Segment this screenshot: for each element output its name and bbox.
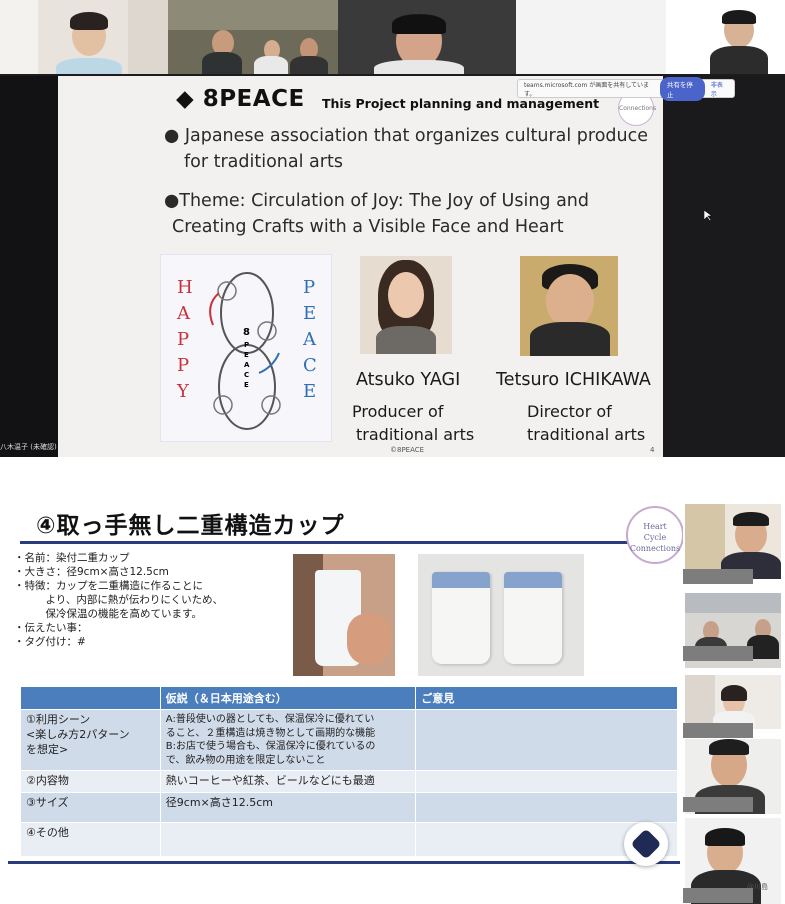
person-1-role-line-1: Producer of [352, 402, 444, 421]
two-cups-photo [418, 554, 584, 676]
logo-center-text: C [244, 371, 250, 379]
participant-name-label [683, 569, 753, 584]
slide-subtitle: This Project planning and management [322, 96, 600, 111]
participant-video-3[interactable] [685, 675, 781, 729]
screen-share-notice: teams.microsoft.com が画面を共有しています。 共有を停止 非… [517, 76, 735, 101]
person-2-role-line-2: traditional arts [527, 425, 646, 444]
participant-tile-4[interactable] [516, 0, 785, 74]
table-row: ④その他 [20, 822, 678, 857]
spec-line: ・大きさ：径9cm×高さ12.5cm [14, 566, 169, 578]
logo-center-text: A [244, 361, 250, 369]
row-label: ②内容物 [20, 770, 161, 793]
spec-line: ・伝えたい事： [14, 622, 88, 634]
hypothesis-table: 仮説（＆日本用途含む） ご意見 ①利用シーン <楽しみ方2パターン を想定> A… [20, 686, 678, 857]
hide-notice-link[interactable]: 非表示 [711, 80, 728, 98]
right-dark-panel [663, 76, 785, 457]
table-header: ご意見 [415, 686, 678, 710]
participant-tile-3[interactable] [338, 0, 516, 74]
person-2-name: Tetsuro ICHIKAWA [496, 370, 651, 390]
bottom-divider [8, 861, 680, 864]
table-header [20, 686, 161, 710]
bullet-2-line-1: ●Theme: Circulation of Joy: The Joy of U… [164, 191, 590, 211]
stop-sharing-button[interactable]: 共有を停止 [659, 76, 705, 101]
row-hypothesis: A:普段使いの器としても、保温保冷に優れてい ること、２重構造は焼き物として画期… [159, 709, 417, 771]
row-label: ④その他 [20, 822, 161, 857]
slide-brand-title: ◆ 8PEACE [176, 86, 305, 112]
row-label: ③サイズ [20, 792, 161, 823]
spec-line: ・特徴：カップを二重構造に作ることに [14, 580, 203, 592]
bottom-meeting-screenshot: ④取っ手無し二重構造カップ Heart Cycle Connections ・名… [0, 494, 785, 904]
person-1-photo [360, 256, 452, 354]
row-hypothesis: 径9cm×高さ12.5cm [159, 792, 417, 823]
row-hypothesis [159, 822, 417, 857]
product-slide: ④取っ手無し二重構造カップ Heart Cycle Connections ・名… [0, 494, 684, 904]
product-title: ④取っ手無し二重構造カップ [36, 513, 345, 539]
title-divider [20, 541, 680, 544]
logo-center-text: E [244, 351, 249, 359]
spec-line: ・名前：染付二重カップ [14, 552, 130, 564]
slide-copyright: ©8PEACE [390, 446, 425, 454]
table-row: ②内容物 熱いコーヒーや紅茶、ビールなどにも最適 [20, 770, 678, 793]
figure-eight-flower-icon [209, 272, 281, 430]
participant-name-label [683, 646, 753, 661]
row-opinion[interactable] [415, 770, 678, 793]
mouse-cursor-icon [704, 210, 712, 222]
top-meeting-screenshot: ◆ 8PEACE This Project planning and manag… [0, 0, 785, 457]
spec-line: より、内部に熱が伝わりにくいため、 [14, 594, 224, 606]
logo-center-text: 8 [243, 327, 250, 338]
logo-center-text: E [244, 381, 249, 389]
slide-page-number: 4 [650, 446, 655, 454]
spec-line: 保冷保温の機能を高めています。 [14, 608, 202, 620]
logo-center-text: P [244, 341, 250, 349]
person-1-name: Atsuko YAGI [356, 370, 461, 390]
row-opinion[interactable] [415, 792, 678, 823]
person-2-role-line-1: Director of [527, 402, 612, 421]
row-opinion[interactable] [415, 709, 678, 771]
heart-cycle-connections-logo: Heart Cycle Connections [626, 506, 684, 564]
spec-line: ・タグ付け：# [14, 636, 86, 648]
table-row: ①利用シーン <楽しみ方2パターン を想定> A:普段使いの器としても、保温保冷… [20, 709, 678, 771]
bullet-2-line-2: Creating Crafts with a Visible Face and … [172, 217, 564, 237]
participant-video-1[interactable] [685, 504, 781, 579]
bullet-1-line-2: for traditional arts [184, 152, 343, 172]
participant-name-label [683, 723, 753, 738]
participant-name-label [683, 797, 753, 812]
table-header: 仮説（＆日本用途含む） [159, 686, 417, 710]
diamond-icon [630, 828, 662, 860]
floating-action-button[interactable] [624, 822, 668, 866]
happy-peace-logo: H A P P Y P E A C E 8 P E A C E [160, 254, 332, 442]
row-hypothesis: 熱いコーヒーや紅茶、ビールなどにも最適 [159, 770, 417, 793]
participant-tile-2[interactable] [168, 0, 338, 74]
share-notice-text: teams.microsoft.com が画面を共有しています。 [524, 81, 650, 98]
bullet-1-line-1: ● Japanese association that organizes cu… [164, 126, 649, 146]
participant-strip: @川島 [683, 494, 785, 904]
row-label: ①利用シーン <楽しみ方2パターン を想定> [20, 709, 161, 771]
participant-tile-1[interactable] [0, 0, 168, 74]
shared-slide: ◆ 8PEACE This Project planning and manag… [58, 76, 663, 457]
person-2-photo [520, 256, 618, 356]
participant-name-tag: 八木温子 (未確認) [0, 443, 57, 451]
participant-name-label [683, 888, 753, 903]
left-dark-panel [0, 76, 58, 457]
person-1-role-line-2: traditional arts [356, 425, 475, 444]
cup-in-hand-photo [293, 554, 395, 676]
table-header-row: 仮説（＆日本用途含む） ご意見 [20, 686, 678, 710]
table-row: ③サイズ 径9cm×高さ12.5cm [20, 792, 678, 823]
